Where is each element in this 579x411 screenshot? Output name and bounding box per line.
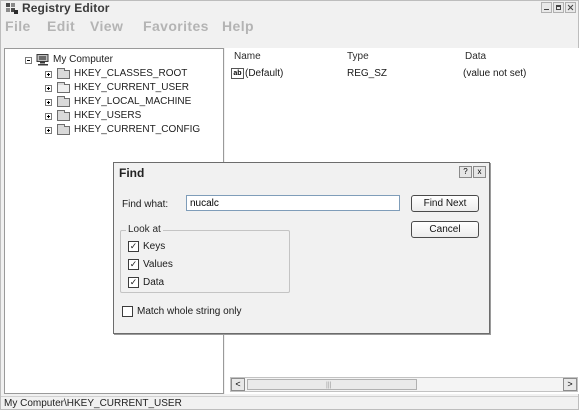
registry-editor-icon — [6, 3, 18, 14]
menu-file[interactable]: File — [5, 18, 31, 34]
folder-icon — [57, 68, 70, 79]
tree-label: HKEY_USERS — [74, 110, 142, 121]
menu-help[interactable]: Help — [222, 18, 254, 34]
computer-icon — [36, 54, 49, 66]
values-checkbox[interactable]: ✓ — [128, 259, 139, 270]
column-header-data[interactable]: Data — [465, 51, 486, 62]
scroll-left-button[interactable]: < — [231, 378, 245, 391]
tree-label: HKEY_CURRENT_USER — [74, 82, 190, 93]
values-label: Values — [143, 259, 173, 270]
tree-label: HKEY_CURRENT_CONFIG — [74, 124, 201, 135]
scroll-thumb[interactable]: ||| — [247, 379, 417, 390]
folder-icon — [57, 110, 70, 121]
menu-bar: File Edit View Favorites Help — [1, 17, 578, 37]
value-name[interactable]: (Default) — [245, 68, 283, 79]
tree-label: HKEY_LOCAL_MACHINE — [74, 96, 192, 107]
horizontal-scrollbar[interactable]: < ||| > — [230, 377, 578, 392]
help-button[interactable]: ? — [459, 166, 472, 178]
menu-favorites[interactable]: Favorites — [143, 18, 209, 34]
maximize-button[interactable] — [553, 2, 564, 13]
tree-item-my-computer[interactable]: My Computer — [25, 54, 225, 67]
expand-icon[interactable] — [45, 71, 52, 78]
tree-label-root: My Computer — [53, 54, 114, 65]
find-next-button[interactable]: Find Next — [411, 195, 479, 212]
title-bar: Registry Editor — [1, 1, 578, 17]
find-what-label: Find what: — [122, 199, 169, 210]
find-dialog-title: Find — [119, 166, 145, 180]
keys-label: Keys — [143, 241, 166, 252]
status-bar: My Computer\HKEY_CURRENT_USER — [1, 396, 578, 411]
menu-edit[interactable]: Edit — [47, 18, 75, 34]
open-folder-icon — [57, 82, 70, 93]
expand-icon[interactable] — [45, 85, 52, 92]
tree-item-hkey-local-machine[interactable]: HKEY_LOCAL_MACHINE — [45, 96, 225, 109]
match-whole-checkbox[interactable] — [122, 306, 133, 317]
tree-item-hkey-current-user[interactable]: HKEY_CURRENT_USER — [45, 82, 225, 95]
column-header-name[interactable]: Name — [234, 51, 261, 62]
collapse-icon[interactable] — [25, 57, 32, 64]
find-what-input[interactable] — [186, 195, 400, 211]
string-value-icon: ab — [231, 68, 244, 79]
folder-icon — [57, 124, 70, 135]
registry-editor-window: Registry Editor File Edit View Favorites… — [0, 0, 579, 410]
scroll-grip-icon: ||| — [326, 382, 332, 389]
menu-view[interactable]: View — [90, 18, 123, 34]
data-label: Data — [143, 277, 165, 288]
tree-item-hkey-users[interactable]: HKEY_USERS — [45, 110, 225, 123]
minimize-button[interactable] — [541, 2, 552, 13]
data-checkbox[interactable]: ✓ — [128, 277, 139, 288]
expand-icon[interactable] — [45, 127, 52, 134]
dialog-close-button[interactable]: x — [473, 166, 486, 178]
scroll-right-button[interactable]: > — [563, 378, 577, 391]
tree-label: HKEY_CLASSES_ROOT — [74, 68, 188, 79]
cancel-button[interactable]: Cancel — [411, 221, 479, 238]
column-header-type[interactable]: Type — [347, 51, 369, 62]
keys-checkbox[interactable]: ✓ — [128, 241, 139, 252]
expand-icon[interactable] — [45, 113, 52, 120]
folder-icon — [57, 96, 70, 107]
match-whole-label: Match whole string only — [137, 306, 242, 317]
value-type: REG_SZ — [347, 68, 388, 79]
window-title: Registry Editor — [22, 1, 110, 15]
value-data: (value not set) — [463, 68, 527, 79]
close-button[interactable] — [565, 2, 576, 13]
tree-item-hkey-current-config[interactable]: HKEY_CURRENT_CONFIG — [45, 124, 225, 137]
expand-icon[interactable] — [45, 99, 52, 106]
tree-item-hkey-classes-root[interactable]: HKEY_CLASSES_ROOT — [45, 68, 225, 81]
find-dialog: Find ? x Find what: Find Next Cancel Loo… — [113, 162, 490, 334]
look-at-label: Look at — [126, 224, 163, 235]
look-at-group: Look at ✓ Keys ✓ Values ✓ Data — [120, 224, 290, 293]
status-path: My Computer\HKEY_CURRENT_USER — [4, 398, 182, 409]
